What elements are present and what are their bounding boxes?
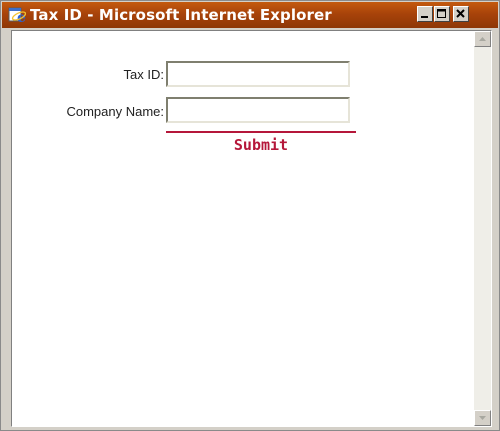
tax-id-field[interactable]	[166, 61, 350, 87]
maximize-icon	[437, 9, 446, 18]
scroll-up-arrow-icon	[479, 37, 486, 41]
close-icon	[456, 9, 465, 18]
internet-explorer-icon: e	[8, 6, 27, 26]
company-name-label: Company Name:	[66, 104, 164, 119]
page-content: Tax ID: Company Name: Submit	[11, 30, 492, 427]
window-title: Tax ID - Microsoft Internet Explorer	[30, 6, 332, 24]
scroll-up-button[interactable]	[474, 31, 491, 47]
maximize-button[interactable]	[434, 6, 450, 22]
minimize-icon	[421, 16, 428, 18]
scroll-down-button[interactable]	[474, 410, 491, 426]
title-bar[interactable]: e Tax ID - Microsoft Internet Explorer	[2, 2, 498, 28]
vertical-scrollbar[interactable]	[474, 31, 491, 426]
tax-id-label: Tax ID:	[123, 67, 164, 82]
submit-divider	[166, 131, 356, 133]
browser-window: e Tax ID - Microsoft Internet Explorer T…	[0, 0, 500, 431]
company-name-field[interactable]	[166, 97, 350, 123]
close-button[interactable]	[453, 6, 469, 22]
scroll-down-arrow-icon	[479, 416, 486, 420]
minimize-button[interactable]	[417, 6, 433, 22]
submit-button[interactable]: Submit	[166, 135, 356, 155]
